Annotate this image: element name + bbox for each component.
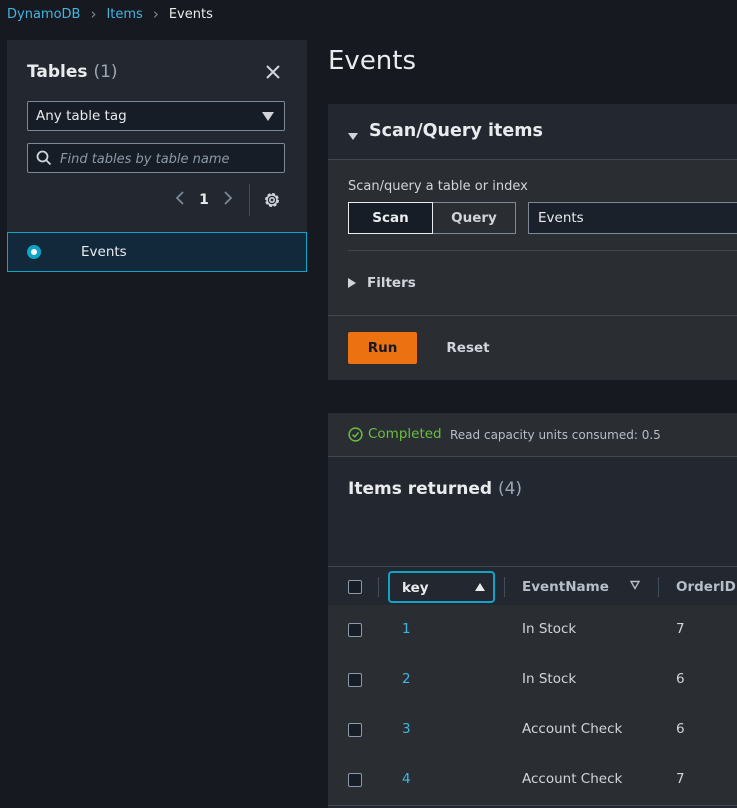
row-checkbox[interactable] xyxy=(348,623,362,637)
column-header-orderid[interactable]: OrderID xyxy=(676,579,736,595)
status-bar: Completed Read capacity units consumed: … xyxy=(328,413,737,457)
divider xyxy=(328,315,737,316)
filters-label: Filters xyxy=(367,275,416,291)
column-divider xyxy=(378,577,379,597)
table-list-item-events[interactable]: Events xyxy=(7,232,307,272)
query-mode-button[interactable]: Query xyxy=(433,202,516,234)
select-all-checkbox[interactable] xyxy=(348,580,362,594)
table-row: 4 Account Check 7 xyxy=(328,755,737,806)
cell-eventname: In Stock xyxy=(522,671,577,687)
cell-orderid: 7 xyxy=(676,771,685,787)
pager-divider xyxy=(249,184,250,216)
table-row: 3 Account Check 6 xyxy=(328,705,737,756)
items-returned-title: Items returned xyxy=(348,479,493,499)
gear-icon xyxy=(265,193,279,207)
prev-page-button[interactable] xyxy=(171,190,189,210)
column-label-key: key xyxy=(402,580,429,596)
tables-count: (1) xyxy=(93,62,118,82)
caret-right-icon xyxy=(348,278,356,288)
scan-query-header[interactable]: Scan/Query items xyxy=(328,104,737,160)
check-circle-icon xyxy=(348,427,363,442)
table-header: key EventName OrderID xyxy=(328,566,737,606)
caret-down-icon xyxy=(348,133,358,140)
rcu-text: Read capacity units consumed: 0.5 xyxy=(450,428,661,442)
current-page[interactable]: 1 xyxy=(189,192,219,208)
cell-key[interactable]: 3 xyxy=(402,721,411,737)
chevron-right-icon: › xyxy=(90,5,97,23)
sort-icon[interactable] xyxy=(630,580,640,590)
radio-selected-icon[interactable] xyxy=(27,245,41,259)
next-page-button[interactable] xyxy=(219,190,237,210)
row-checkbox[interactable] xyxy=(348,673,362,687)
items-returned-heading: Items returned (4) xyxy=(348,479,522,499)
table-index-select[interactable]: Events xyxy=(528,202,737,234)
scan-query-panel: Scan/Query items Scan/query a table or i… xyxy=(328,104,737,380)
close-icon xyxy=(266,65,280,79)
scan-query-toggle: Scan Query xyxy=(348,202,516,234)
scan-query-label: Scan/query a table or index xyxy=(348,179,528,194)
filters-toggle[interactable]: Filters xyxy=(348,275,416,291)
row-checkbox[interactable] xyxy=(348,723,362,737)
breadcrumb: DynamoDB › Items › Events xyxy=(7,5,213,23)
cell-eventname: Account Check xyxy=(522,771,623,787)
cell-key[interactable]: 4 xyxy=(402,771,411,787)
cell-orderid: 6 xyxy=(676,721,685,737)
table-search-field[interactable] xyxy=(27,143,285,173)
status-text: Completed xyxy=(368,426,442,442)
close-panel-button[interactable] xyxy=(263,62,283,82)
run-button[interactable]: Run xyxy=(348,332,417,364)
cell-orderid: 6 xyxy=(676,671,685,687)
row-checkbox[interactable] xyxy=(348,773,362,787)
preferences-button[interactable] xyxy=(262,190,282,210)
chevron-right-icon: › xyxy=(152,5,159,23)
breadcrumb-dynamodb[interactable]: DynamoDB xyxy=(7,7,80,22)
cell-eventname: Account Check xyxy=(522,721,623,737)
tables-title: Tables xyxy=(27,62,88,82)
cell-eventname: In Stock xyxy=(522,621,577,637)
breadcrumb-current: Events xyxy=(168,6,213,22)
table-search-input[interactable] xyxy=(58,148,282,170)
items-returned-count: (4) xyxy=(497,479,523,499)
table-index-value: Events xyxy=(538,210,584,226)
reset-button[interactable]: Reset xyxy=(436,332,500,364)
page-title: Events xyxy=(328,46,417,76)
column-divider xyxy=(658,577,659,597)
table-tag-select[interactable]: Any table tag xyxy=(27,101,285,131)
column-divider xyxy=(504,577,505,597)
chevron-left-icon xyxy=(175,191,184,205)
column-header-key[interactable]: key xyxy=(388,571,495,603)
scan-mode-button[interactable]: Scan xyxy=(348,202,433,234)
tables-panel: Tables (1) Any table tag 1 xyxy=(7,40,307,232)
table-row: 1 In Stock 7 xyxy=(328,605,737,656)
pagination: 1 xyxy=(171,184,282,216)
divider xyxy=(348,250,737,251)
table-tag-value: Any table tag xyxy=(36,108,127,124)
caret-down-icon xyxy=(262,112,274,121)
cell-key[interactable]: 2 xyxy=(402,671,411,687)
table-row: 2 In Stock 6 xyxy=(328,655,737,706)
search-icon xyxy=(36,150,52,166)
table-name: Events xyxy=(81,244,127,260)
chevron-right-icon xyxy=(224,191,233,205)
results-panel: Completed Read capacity units consumed: … xyxy=(328,413,737,808)
breadcrumb-items[interactable]: Items xyxy=(106,7,142,22)
cell-key[interactable]: 1 xyxy=(402,621,411,637)
column-header-eventname[interactable]: EventName xyxy=(522,579,609,595)
scan-query-title: Scan/Query items xyxy=(369,121,543,141)
cell-orderid: 7 xyxy=(676,621,685,637)
tables-heading: Tables (1) xyxy=(27,62,118,82)
sort-ascending-icon xyxy=(475,583,485,591)
